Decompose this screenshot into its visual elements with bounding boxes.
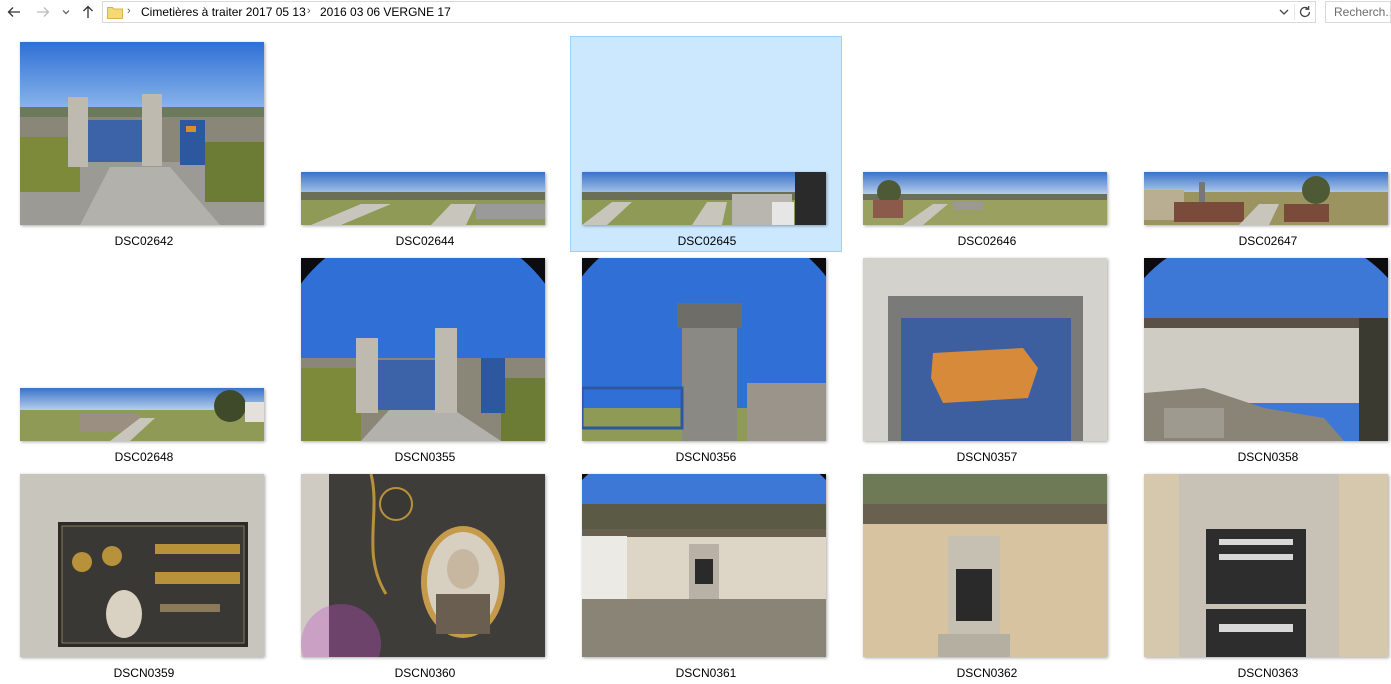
file-thumbnail (1144, 172, 1388, 225)
address-bar[interactable]: › Cimetières à traiter 2017 05 13 › 2016… (102, 1, 1316, 23)
file-item-dscn0357[interactable]: DSCN0357 (851, 252, 1123, 468)
chevron-right-icon[interactable]: › (127, 5, 131, 17)
file-name: DSC02644 (395, 234, 455, 248)
back-arrow-icon (7, 7, 20, 17)
file-thumbnail (582, 172, 826, 225)
file-thumbnail (20, 474, 264, 657)
file-thumbnail (863, 172, 1107, 225)
file-thumbnail (1144, 474, 1388, 657)
file-item-dscn0359[interactable]: DSCN0359 (8, 468, 280, 684)
forward-arrow-icon (37, 7, 50, 17)
file-item-dscn0360[interactable]: DSCN0360 (289, 468, 561, 684)
file-thumbnail (582, 258, 826, 441)
file-name: DSCN0361 (675, 666, 737, 680)
file-item-dsc02646[interactable]: DSC02646 (851, 36, 1123, 252)
file-item-dsc02645[interactable]: DSC02645 (570, 36, 842, 252)
refresh-icon[interactable] (1297, 4, 1313, 20)
file-name: DSCN0360 (394, 666, 456, 680)
address-toolbar: › Cimetières à traiter 2017 05 13 › 2016… (0, 0, 1391, 25)
file-item-dscn0356[interactable]: DSCN0356 (570, 252, 842, 468)
file-item-dsc02644[interactable]: DSC02644 (289, 36, 561, 252)
file-thumbnail (863, 474, 1107, 657)
file-thumbnail (301, 172, 545, 225)
file-name: DSC02642 (114, 234, 174, 248)
file-name: DSCN0363 (1237, 666, 1299, 680)
file-item-dsc02647[interactable]: DSC02647 (1132, 36, 1391, 252)
recent-dropdown-icon (62, 10, 70, 15)
up-button[interactable] (78, 2, 98, 22)
file-name: DSC02645 (677, 234, 737, 248)
file-item-dscn0361[interactable]: DSCN0361 (570, 468, 842, 684)
file-item-dscn0355[interactable]: DSCN0355 (289, 252, 561, 468)
file-thumbnail (20, 42, 264, 225)
file-name: DSC02648 (114, 450, 174, 464)
divider (1294, 4, 1295, 20)
file-thumbnail (582, 474, 826, 657)
file-item-dsc02642[interactable]: DSC02642 (8, 36, 280, 252)
breadcrumb-item-parent[interactable]: Cimetières à traiter 2017 05 13 (141, 5, 306, 19)
file-name: DSCN0358 (1237, 450, 1299, 464)
file-thumbnail (301, 258, 545, 441)
file-name: DSCN0355 (394, 450, 456, 464)
back-button[interactable] (4, 2, 24, 22)
file-item-dscn0363[interactable]: DSCN0363 (1132, 468, 1391, 684)
file-item-dscn0362[interactable]: DSCN0362 (851, 468, 1123, 684)
recent-locations-button[interactable] (58, 2, 74, 22)
up-arrow-icon (83, 5, 93, 18)
file-item-dscn0358[interactable]: DSCN0358 (1132, 252, 1391, 468)
file-name: DSCN0359 (113, 666, 175, 680)
breadcrumb-item-current[interactable]: 2016 03 06 VERGNE 17 (320, 5, 451, 19)
forward-button[interactable] (33, 2, 53, 22)
file-name: DSCN0356 (675, 450, 737, 464)
chevron-down-icon[interactable] (1277, 5, 1291, 19)
file-thumbnail (301, 474, 545, 657)
file-item-dsc02648[interactable]: DSC02648 (8, 252, 280, 468)
file-thumbnail (1144, 258, 1388, 441)
file-name: DSC02647 (1238, 234, 1298, 248)
search-input[interactable]: Recherch... (1325, 1, 1391, 23)
file-name: DSCN0362 (956, 666, 1018, 680)
chevron-right-icon[interactable]: › (307, 5, 311, 17)
file-thumbnail (863, 258, 1107, 441)
file-thumbnail (20, 388, 264, 441)
folder-icon (107, 7, 123, 19)
file-name: DSC02646 (957, 234, 1017, 248)
file-name: DSCN0357 (956, 450, 1018, 464)
